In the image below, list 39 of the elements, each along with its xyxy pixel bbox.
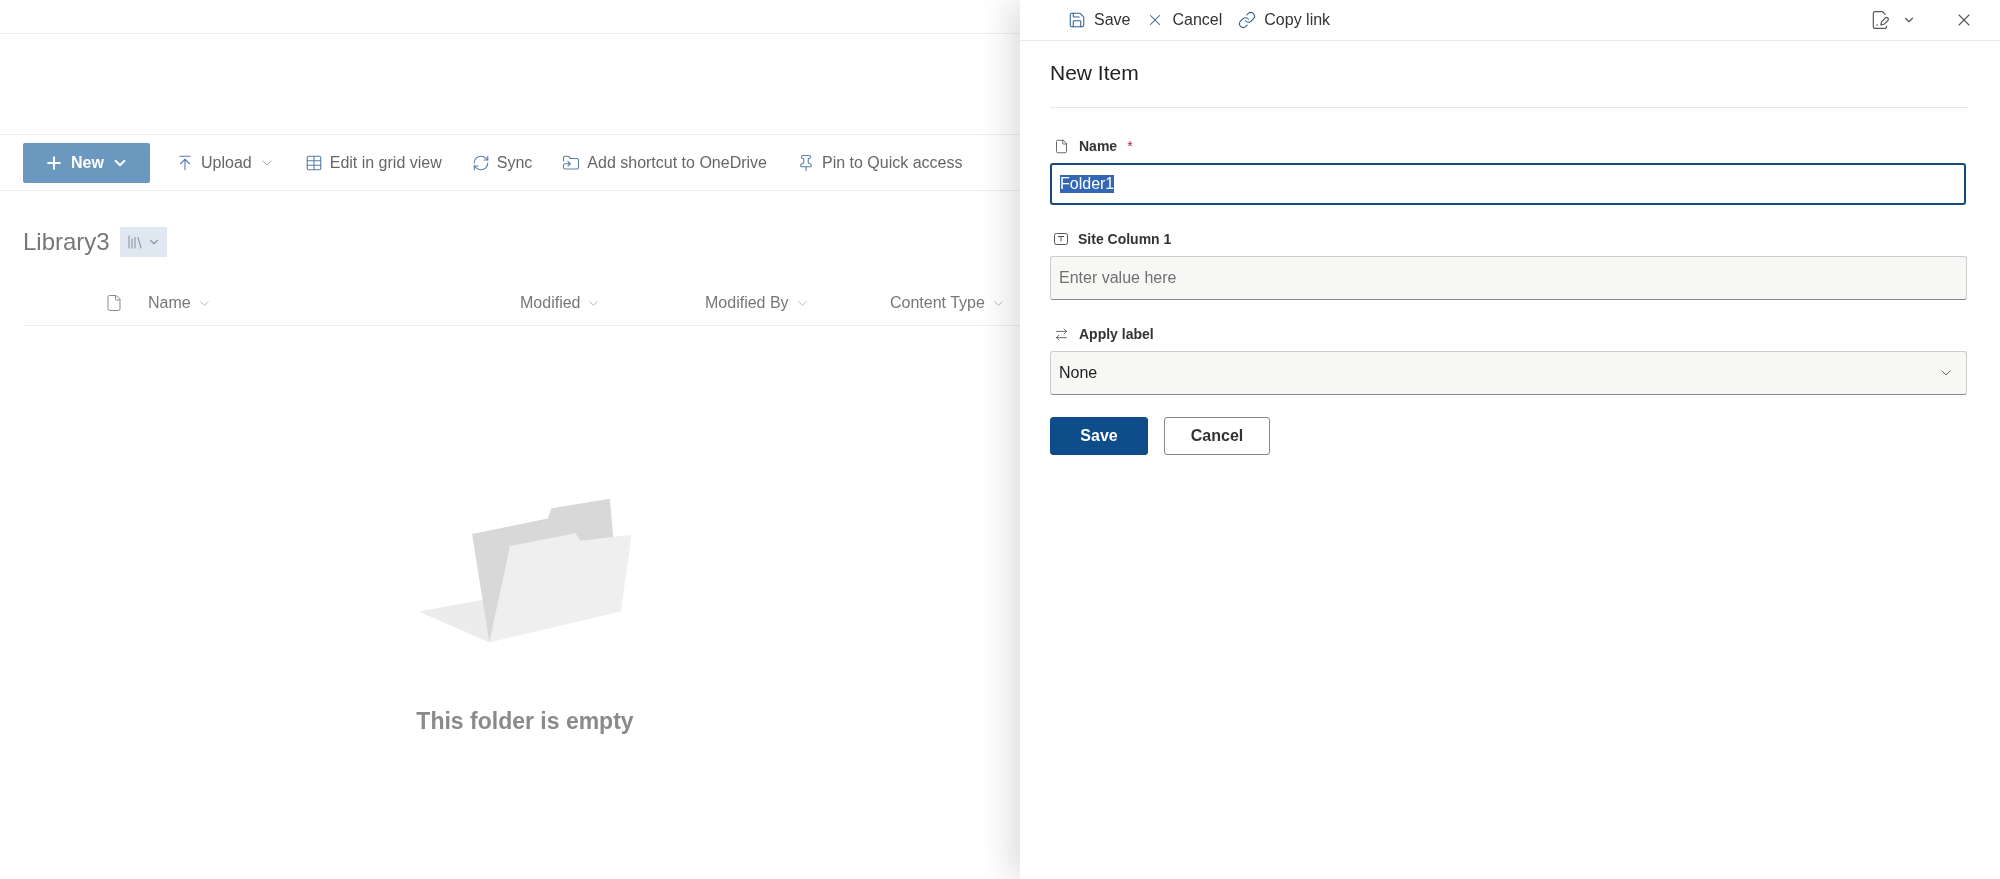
save-icon: [1068, 11, 1086, 29]
edit-icon: [1870, 10, 1890, 30]
library-icon: [125, 233, 144, 251]
field-label: Site Column 1: [1078, 231, 1172, 247]
pin-button[interactable]: Pin to Quick access: [784, 142, 975, 183]
upload-button[interactable]: Upload: [164, 142, 287, 183]
shortcut-button[interactable]: Add shortcut to OneDrive: [550, 142, 779, 183]
cancel-button[interactable]: Cancel: [1138, 5, 1231, 35]
field-label: Name: [1079, 138, 1118, 154]
empty-message: This folder is empty: [416, 708, 634, 735]
grid-icon: [304, 153, 323, 172]
upload-icon: [176, 153, 194, 172]
copy-link-button[interactable]: Copy link: [1230, 5, 1339, 35]
view-switcher-button[interactable]: [119, 227, 167, 257]
column-header[interactable]: Content Type: [890, 294, 1020, 312]
save-button[interactable]: Save: [1060, 5, 1139, 35]
file-icon: [1054, 138, 1069, 154]
shortcut-icon: [562, 153, 581, 172]
new-button[interactable]: New: [23, 142, 150, 183]
grid-button[interactable]: Edit in grid view: [292, 142, 454, 183]
sync-button[interactable]: Sync: [459, 142, 545, 183]
text-box-icon: [1054, 233, 1068, 245]
column-header[interactable]: Modified By: [705, 294, 890, 312]
file-type-icon: [105, 294, 123, 312]
panel-title: New Item: [1050, 41, 1968, 108]
sync-icon: [471, 153, 490, 172]
column-header[interactable]: Name: [148, 294, 520, 312]
cancel-button[interactable]: Cancel: [1164, 417, 1270, 455]
save-button[interactable]: Save: [1050, 417, 1148, 455]
arrows-icon: [1054, 326, 1069, 342]
column-header[interactable]: Modified: [520, 294, 705, 312]
required-mark: *: [1127, 138, 1133, 154]
input-field[interactable]: Enter value here: [1050, 256, 1967, 300]
label-dropdown[interactable]: None: [1050, 351, 1967, 395]
link-icon: [1238, 11, 1257, 29]
field-label: Apply label: [1079, 326, 1154, 342]
library-title: Library3: [23, 228, 110, 256]
input-field[interactable]: Folder1: [1050, 163, 1966, 205]
field-value: Folder1: [1060, 175, 1115, 193]
